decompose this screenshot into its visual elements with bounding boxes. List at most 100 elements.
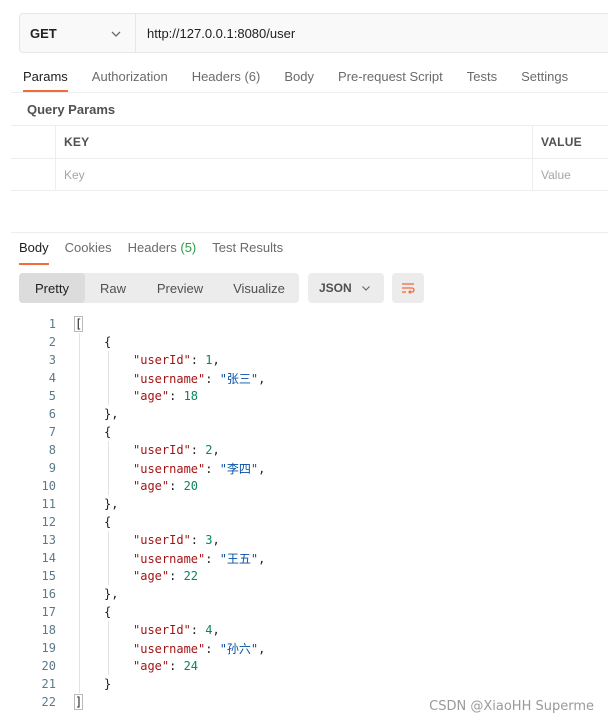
code-line: 7{ [0, 423, 608, 441]
line-number: 11 [41, 497, 56, 511]
tab-test-results[interactable]: Test Results [212, 240, 283, 264]
tab-headers[interactable]: Headers (6) [192, 62, 261, 92]
request-bar: GET http://127.0.0.1:8080/user [19, 13, 608, 53]
json-punctuation: : [205, 371, 220, 386]
line-number: 20 [41, 659, 56, 673]
code-text: "age": 22 [133, 569, 198, 583]
json-punctuation: : [205, 551, 220, 566]
code-line: 5 "age": 18 [0, 387, 608, 405]
json-punctuation: : [190, 623, 206, 637]
json-punctuation: : [190, 533, 206, 547]
json-key: "age" [133, 389, 170, 403]
line-number: 15 [41, 569, 56, 583]
tab-cookies[interactable]: Cookies [65, 240, 112, 264]
code-line: 19 "username": "孙六", [0, 639, 608, 657]
line-number: 7 [48, 425, 56, 439]
json-punctuation: , [258, 371, 266, 386]
view-visualize-button[interactable]: Visualize [219, 273, 299, 303]
tab-tests[interactable]: Tests [467, 62, 497, 92]
code-line: 6}, [0, 405, 608, 423]
code-line: 12 { [0, 513, 608, 531]
tab-authorization[interactable]: Authorization [92, 62, 168, 92]
json-punctuation: }, [104, 587, 119, 601]
chevron-down-icon [362, 286, 370, 291]
tab-settings[interactable]: Settings [521, 62, 568, 92]
format-select[interactable]: JSON [308, 273, 384, 303]
tab-pre-request-script[interactable]: Pre-request Script [338, 62, 443, 92]
tab-response-headers[interactable]: Headers (5) [128, 240, 197, 264]
value-input[interactable]: Value [533, 159, 608, 190]
json-key: "age" [133, 479, 170, 493]
json-punctuation: , [258, 461, 266, 476]
code-line: 10 "age": 20 [0, 477, 608, 495]
view-pretty-button[interactable]: Pretty [19, 273, 85, 303]
code-text: "age": 24 [133, 659, 198, 673]
response-tabs: Body Cookies Headers (5) Test Results [19, 240, 299, 265]
line-number: 14 [41, 551, 56, 565]
json-punctuation: : [169, 389, 184, 403]
url-input[interactable]: http://127.0.0.1:8080/user [136, 14, 295, 52]
json-punctuation: , [258, 641, 266, 656]
row-checkbox-cell [11, 159, 56, 190]
response-headers-count: (5) [180, 240, 197, 255]
tab-body[interactable]: Body [284, 62, 314, 92]
line-number: 10 [41, 479, 56, 493]
code-text: "age": 20 [133, 479, 198, 493]
code-line: 2{ [0, 333, 608, 351]
code-text: "username": "孙六", [133, 640, 265, 657]
json-punctuation: { [104, 605, 112, 619]
code-text: { [104, 335, 111, 349]
response-divider[interactable] [11, 232, 608, 233]
json-key: "userId" [133, 533, 191, 547]
line-number: 21 [41, 677, 56, 691]
line-number: 22 [41, 695, 56, 709]
tab-response-body[interactable]: Body [19, 240, 49, 265]
json-punctuation: : [169, 479, 184, 493]
method-label: GET [30, 25, 57, 41]
view-raw-button[interactable]: Raw [85, 273, 141, 303]
view-preview-button[interactable]: Preview [141, 273, 219, 303]
json-key: "userId" [133, 443, 191, 457]
checkbox-column-header [11, 126, 56, 158]
key-input[interactable]: Key [56, 159, 533, 190]
json-key: "username" [133, 551, 206, 566]
line-number: 2 [48, 335, 56, 349]
method-select[interactable]: GET [20, 14, 136, 52]
code-line: 15 "age": 22 [0, 567, 608, 585]
code-text: "age": 18 [133, 389, 198, 403]
code-line: 3 "userId": 1, [0, 351, 608, 369]
tabs-divider [11, 92, 608, 93]
code-line: 1[ [0, 315, 608, 333]
code-text: }, [104, 497, 118, 511]
json-punctuation: , [212, 353, 220, 367]
line-number: 9 [48, 461, 56, 475]
line-number: 3 [48, 353, 56, 367]
json-key: "userId" [133, 353, 191, 367]
json-punctuation: : [190, 443, 206, 457]
json-punctuation: [ [73, 316, 84, 332]
code-text: { [104, 605, 111, 619]
code-line: 4 "username": "张三", [0, 369, 608, 387]
json-key: "username" [133, 461, 206, 476]
line-number: 1 [48, 317, 56, 331]
response-body-viewer[interactable]: 1[2{3 "userId": 1, 4 "username": "张三", 5 "age… [0, 315, 608, 711]
code-text: "userId": 4, [133, 623, 220, 637]
code-text: }, [104, 587, 118, 601]
line-number: 5 [48, 389, 56, 403]
tab-params[interactable]: Params [23, 62, 68, 92]
json-punctuation: { [104, 425, 112, 439]
line-number: 8 [48, 443, 56, 457]
table-header-row: KEY VALUE [11, 125, 608, 158]
code-text: ] [73, 694, 84, 710]
view-mode-group: Pretty Raw Preview Visualize [19, 273, 299, 303]
json-punctuation: }, [104, 497, 119, 511]
json-punctuation: , [212, 623, 220, 637]
json-punctuation: }, [104, 407, 119, 421]
url-text: http://127.0.0.1:8080/user [147, 25, 296, 41]
code-text: "username": "王五", [133, 550, 265, 567]
wrap-lines-button[interactable] [392, 273, 424, 303]
code-line: 17 { [0, 603, 608, 621]
code-line: 21} [0, 675, 608, 693]
code-line: 18 "userId": 4, [0, 621, 608, 639]
json-key: "userId" [133, 623, 191, 637]
